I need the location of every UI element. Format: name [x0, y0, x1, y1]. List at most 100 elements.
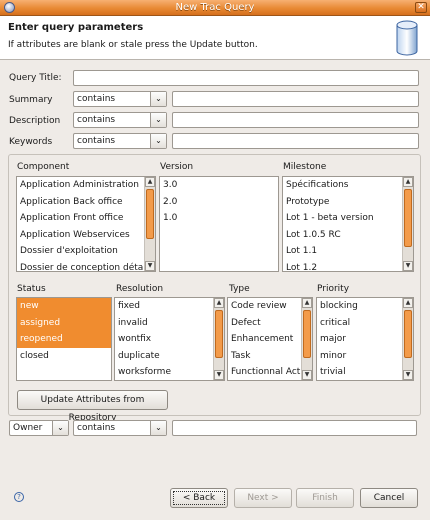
priority-label: Priority: [317, 284, 350, 294]
resolution-scrollbar[interactable]: ▲ ▼: [213, 298, 224, 380]
scroll-down-icon[interactable]: ▼: [302, 370, 312, 380]
keywords-input[interactable]: [172, 133, 419, 149]
update-attributes-button[interactable]: Update Attributes from Repository: [17, 390, 168, 423]
keywords-operator-value: contains: [77, 136, 116, 146]
list-item[interactable]: duplicate: [115, 348, 224, 365]
list-item[interactable]: Prototype: [283, 194, 413, 211]
description-label: Description: [9, 116, 61, 126]
list-item[interactable]: invalid: [115, 315, 224, 332]
scroll-thumb[interactable]: [215, 310, 223, 358]
list-item[interactable]: Dossier d'exploitation: [17, 243, 155, 260]
list-item[interactable]: Application Front office: [17, 210, 155, 227]
list-item[interactable]: 2.0: [160, 194, 278, 211]
cancel-button[interactable]: Cancel: [360, 488, 418, 508]
close-window-button[interactable]: ✕: [415, 2, 427, 13]
chevron-down-icon: ⌄: [150, 134, 166, 148]
list-item[interactable]: worksforme: [115, 364, 224, 380]
keywords-operator-select[interactable]: contains ⌄: [73, 133, 167, 149]
list-item[interactable]: Application Back office: [17, 194, 155, 211]
list-item[interactable]: 1.0: [160, 210, 278, 227]
list-item[interactable]: Lot 1 - beta version: [283, 210, 413, 227]
list-item[interactable]: 3.0: [160, 177, 278, 194]
list-item-selected[interactable]: assigned: [17, 314, 111, 331]
type-list[interactable]: Code review Defect Enhancement Task Func…: [227, 297, 313, 381]
summary-input[interactable]: [172, 91, 419, 107]
resolution-label: Resolution: [116, 284, 164, 294]
list-item[interactable]: Spécifications: [283, 177, 413, 194]
owner-value-input[interactable]: [172, 420, 417, 436]
priority-scrollbar[interactable]: ▲ ▼: [402, 298, 413, 380]
version-list[interactable]: 3.0 2.0 1.0: [159, 176, 279, 272]
owner-operator-value: contains: [77, 423, 116, 433]
scroll-up-icon[interactable]: ▲: [214, 298, 224, 308]
owner-field-select[interactable]: Owner ⌄: [9, 420, 69, 436]
component-label: Component: [17, 162, 70, 172]
window-title: New Trac Query: [175, 2, 255, 13]
component-list[interactable]: Application Administration Application B…: [16, 176, 156, 272]
priority-list[interactable]: blocking critical major minor trivial ▲ …: [316, 297, 414, 381]
scroll-thumb[interactable]: [404, 189, 412, 247]
list-item[interactable]: Dossier de conception détaillé: [17, 260, 155, 272]
scroll-up-icon[interactable]: ▲: [145, 177, 155, 187]
scroll-up-icon[interactable]: ▲: [403, 298, 413, 308]
scroll-down-icon[interactable]: ▼: [214, 370, 224, 380]
chevron-down-icon: ⌄: [150, 92, 166, 106]
title-bar: New Trac Query ✕: [0, 0, 430, 16]
scroll-thumb[interactable]: [404, 310, 412, 358]
list-item[interactable]: wontfix: [115, 331, 224, 348]
query-title-label: Query Title:: [9, 73, 62, 83]
summary-operator-select[interactable]: contains ⌄: [73, 91, 167, 107]
milestone-list[interactable]: Spécifications Prototype Lot 1 - beta ve…: [282, 176, 414, 272]
list-item[interactable]: critical: [317, 315, 413, 332]
resolution-list[interactable]: fixed invalid wontfix duplicate worksfor…: [114, 297, 225, 381]
status-list[interactable]: new assigned reopened closed: [16, 297, 112, 381]
query-title-input[interactable]: [73, 70, 419, 86]
back-button[interactable]: < Back: [170, 488, 228, 508]
list-item[interactable]: Enhancement: [228, 331, 312, 348]
list-item[interactable]: blocking: [317, 298, 413, 315]
list-item[interactable]: Lot 1.0.5 RC: [283, 227, 413, 244]
component-scrollbar[interactable]: ▲ ▼: [144, 177, 155, 271]
list-item[interactable]: Functionnal Action: [228, 364, 312, 380]
status-label: Status: [17, 284, 46, 294]
keywords-label: Keywords: [9, 137, 53, 147]
description-input[interactable]: [172, 112, 419, 128]
milestone-scrollbar[interactable]: ▲ ▼: [402, 177, 413, 271]
list-item[interactable]: major: [317, 331, 413, 348]
list-item[interactable]: Task: [228, 348, 312, 365]
help-icon[interactable]: ?: [14, 492, 24, 502]
chevron-down-icon: ⌄: [52, 421, 68, 435]
list-item[interactable]: fixed: [115, 298, 224, 315]
list-item[interactable]: Application Administration: [17, 177, 155, 194]
list-item[interactable]: Lot 1.2: [283, 260, 413, 272]
list-item-selected[interactable]: reopened: [17, 331, 111, 348]
scroll-thumb[interactable]: [146, 189, 154, 239]
owner-operator-select[interactable]: contains ⌄: [73, 420, 167, 436]
chevron-down-icon: ⌄: [150, 421, 166, 435]
list-item[interactable]: Application Webservices: [17, 227, 155, 244]
finish-button[interactable]: Finish: [296, 488, 354, 508]
list-item[interactable]: trivial: [317, 364, 413, 380]
list-item[interactable]: Code review: [228, 298, 312, 315]
scroll-down-icon[interactable]: ▼: [403, 370, 413, 380]
list-item[interactable]: Defect: [228, 315, 312, 332]
next-button[interactable]: Next >: [234, 488, 292, 508]
scroll-thumb[interactable]: [303, 310, 311, 358]
owner-field-value: Owner: [13, 423, 43, 433]
type-label: Type: [229, 284, 250, 294]
list-item[interactable]: closed: [17, 348, 111, 365]
description-operator-value: contains: [77, 115, 116, 125]
summary-operator-value: contains: [77, 94, 116, 104]
description-operator-select[interactable]: contains ⌄: [73, 112, 167, 128]
scroll-down-icon[interactable]: ▼: [145, 261, 155, 271]
scroll-up-icon[interactable]: ▲: [302, 298, 312, 308]
list-item-selected[interactable]: new: [17, 298, 111, 315]
scroll-up-icon[interactable]: ▲: [403, 177, 413, 187]
scroll-down-icon[interactable]: ▼: [403, 261, 413, 271]
database-icon: [396, 20, 418, 56]
type-scrollbar[interactable]: ▲ ▼: [301, 298, 312, 380]
list-item[interactable]: minor: [317, 348, 413, 365]
chevron-down-icon: ⌄: [150, 113, 166, 127]
header-title: Enter query parameters: [8, 22, 144, 33]
list-item[interactable]: Lot 1.1: [283, 243, 413, 260]
